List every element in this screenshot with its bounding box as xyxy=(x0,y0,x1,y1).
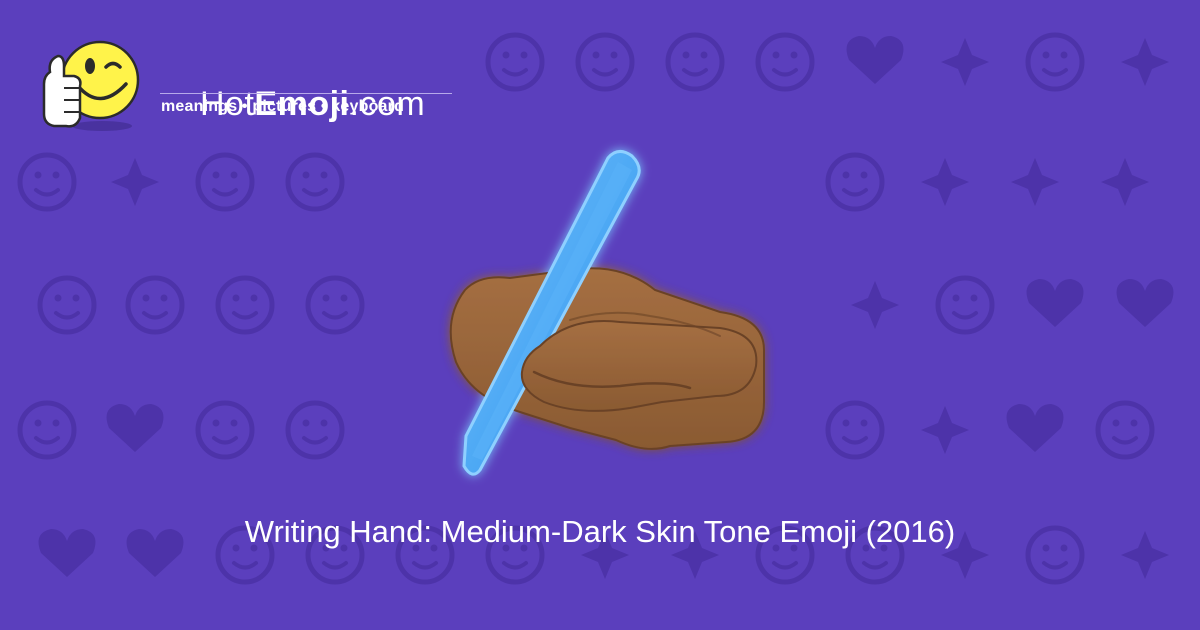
pouting-face-icon xyxy=(1095,400,1155,460)
ok-hand-icon xyxy=(1121,38,1169,86)
winking-face-icon xyxy=(665,32,725,92)
sleeping-face-icon xyxy=(125,275,185,335)
relieved-face-icon xyxy=(17,152,77,212)
smirk-face-icon xyxy=(195,152,255,212)
sad-face-icon xyxy=(215,275,275,335)
raised-hand-icon xyxy=(921,406,969,454)
grinning-face-icon xyxy=(305,275,365,335)
two-hearts-icon xyxy=(846,36,904,84)
smiling-face-icon xyxy=(575,32,635,92)
sparkles-icon xyxy=(851,281,899,329)
site-tagline: meanings • pictures • keyboard xyxy=(161,98,405,115)
kissing-face-icon xyxy=(755,32,815,92)
monkey-icon xyxy=(37,275,97,335)
grinning-face-icon xyxy=(935,275,995,335)
relieved-face-icon xyxy=(285,152,345,212)
thumbs-up-smiley-icon xyxy=(42,40,140,131)
broken-heart-icon xyxy=(1116,279,1174,327)
striped-heart-icon xyxy=(1026,279,1084,327)
recycle-icon xyxy=(921,158,969,206)
slight-smile-icon xyxy=(941,38,989,86)
striped-heart-icon xyxy=(106,404,164,452)
confused-face-icon xyxy=(17,400,77,460)
heart-arrow-icon xyxy=(1006,404,1064,452)
frowning-face-icon xyxy=(285,400,345,460)
eyes-icon xyxy=(111,158,159,206)
tongue-face-icon xyxy=(825,400,885,460)
brand-divider xyxy=(160,93,452,94)
sleepy-face-icon xyxy=(485,32,545,92)
weary-face-icon xyxy=(1025,32,1085,92)
tongue-face-icon xyxy=(195,400,255,460)
musical-notes-icon xyxy=(1101,158,1149,206)
grimace-face-icon xyxy=(825,152,885,212)
site-logo[interactable]: HotEmoji.com meanings • pictures • keybo… xyxy=(40,36,470,136)
raising-hands-icon xyxy=(1011,158,1059,206)
emoji-caption: Writing Hand: Medium-Dark Skin Tone Emoj… xyxy=(244,514,956,549)
writing-hand-emoji-icon xyxy=(449,150,765,476)
